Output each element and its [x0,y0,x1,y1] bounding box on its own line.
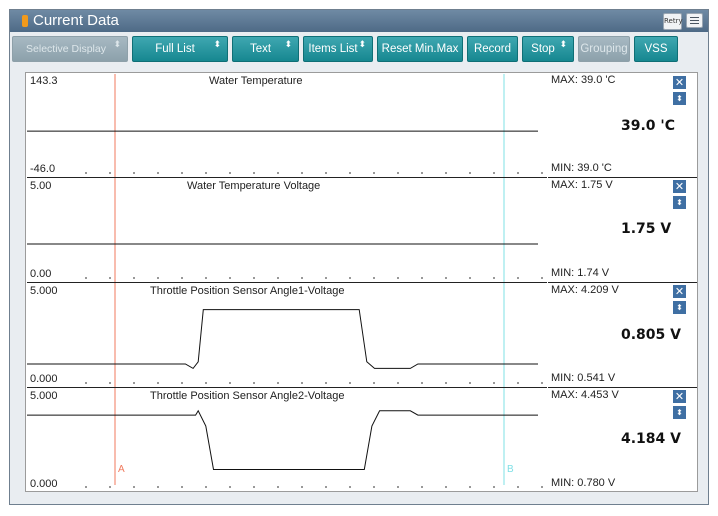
dropdown-arrow-icon: ⬍ [559,40,567,50]
grouping-button[interactable]: Grouping [578,36,630,62]
retry-button[interactable]: Retry [663,13,683,30]
scale-max: 5.000 [30,390,58,402]
close-graph-icon[interactable]: ✕ [673,390,686,403]
grouping-label: Grouping [580,43,628,55]
min-value: MIN: 0.541 V [551,372,616,384]
tick-marks [85,172,543,488]
min-value: MIN: 1.74 V [551,267,610,279]
close-graph-icon[interactable]: ✕ [673,285,686,298]
value-column-divider [547,74,548,490]
vss-button[interactable]: VSS [634,36,678,62]
close-graph-icon[interactable]: ✕ [673,180,686,193]
full-list-dropdown[interactable]: Full List ⬍ [132,36,228,62]
max-value: MAX: 4.209 V [551,284,619,296]
dropdown-arrow-icon: ⬍ [113,40,121,50]
current-value: 4.184 V [621,431,681,447]
record-button[interactable]: Record [467,36,518,62]
move-graph-icon[interactable]: ⬍ [673,301,686,314]
window-title: Current Data [33,12,119,29]
reset-min-max-button[interactable]: Reset Min.Max [377,36,463,62]
dropdown-arrow-icon: ⬍ [284,40,292,50]
text-label: Text [249,43,272,55]
current-value: 1.75 V [621,221,672,237]
vss-label: VSS [644,43,668,55]
dropdown-arrow-icon: ⬍ [358,40,366,50]
graph-title: Throttle Position Sensor Angle2-Voltage [150,390,345,402]
cursor-a-label: A [118,464,125,475]
graph-title: Throttle Position Sensor Angle1-Voltage [150,285,345,297]
toolbar: Selective Display ⬍ Full List ⬍ Text ⬍ Item… [12,36,706,62]
max-value: MAX: 4.453 V [551,389,619,401]
scale-max: 5.00 [30,180,52,192]
dropdown-arrow-icon: ⬍ [213,40,221,50]
graph-divider [27,282,697,283]
status-indicator-icon [22,15,28,27]
move-graph-icon[interactable]: ⬍ [673,196,686,209]
items-list-dropdown[interactable]: Items List ⬍ [303,36,373,62]
scale-min: -46.0 [30,163,56,175]
trace-tps-angle1-voltage [27,309,538,370]
current-value: 0.805 V [621,327,681,343]
graph-title: Water Temperature Voltage [187,180,321,192]
close-graph-icon[interactable]: ✕ [673,76,686,89]
scale-min: 0.000 [30,478,58,490]
graph-title: Water Temperature [209,75,303,87]
text-dropdown[interactable]: Text ⬍ [232,36,299,62]
move-graph-icon[interactable]: ⬍ [673,92,686,105]
items-list-label: Items List [308,43,358,55]
trace-tps-angle2-voltage [27,409,538,470]
title-bar: Current Data Retry [10,10,708,32]
stop-dropdown[interactable]: Stop ⬍ [522,36,574,62]
scale-max: 5.000 [30,285,58,297]
scale-max: 143.3 [30,75,58,87]
selective-display-dropdown[interactable]: Selective Display ⬍ [12,36,128,62]
move-graph-icon[interactable]: ⬍ [673,406,686,419]
graph-divider [27,387,697,388]
max-value: MAX: 39.0 'C [551,74,616,86]
selective-display-label: Selective Display [26,43,106,55]
menu-icon[interactable] [686,13,703,28]
min-value: MIN: 0.780 V [551,477,616,489]
cursor-b-label: B [507,464,514,475]
graph-panel: 143.3 Water Temperature -46.0 MAX: 39.0 … [25,72,698,492]
reset-min-max-label: Reset Min.Max [381,43,459,55]
min-value: MIN: 39.0 'C [551,162,612,174]
full-list-label: Full List [155,43,195,55]
current-value: 39.0 'C [621,118,675,134]
record-label: Record [473,43,512,55]
scale-min: 0.00 [30,268,52,280]
scale-min: 0.000 [30,373,58,385]
graph-divider [27,177,697,178]
max-value: MAX: 1.75 V [551,179,613,191]
stop-label: Stop [531,43,555,55]
